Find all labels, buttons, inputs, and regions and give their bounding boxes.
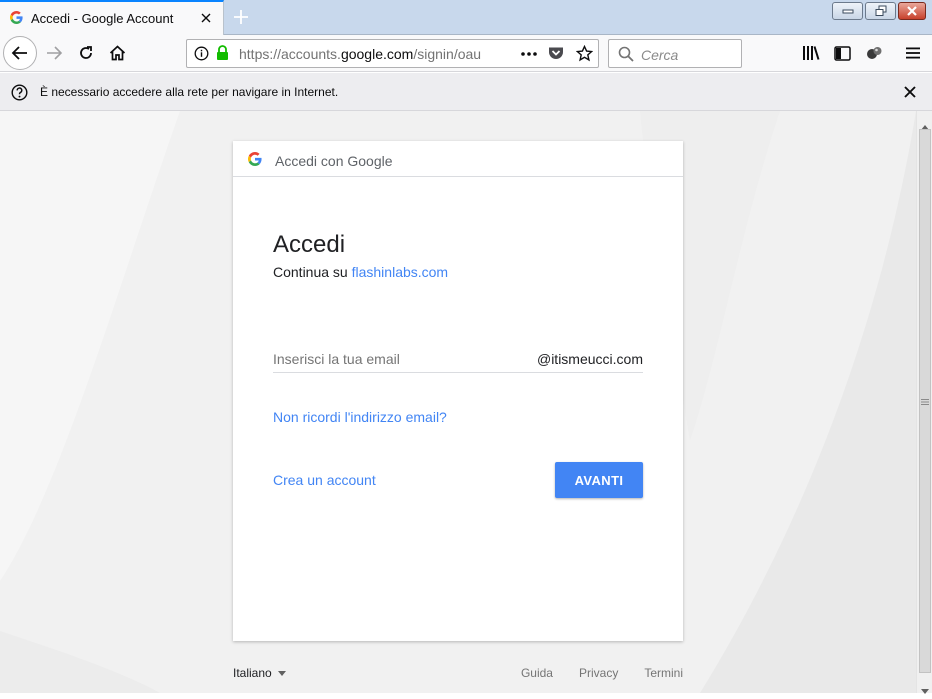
url-bar[interactable]: https://accounts.google.com/signin/oauth	[186, 39, 599, 68]
active-tab[interactable]: Accedi - Google Account	[0, 0, 224, 36]
privacy-link[interactable]: Privacy	[579, 666, 618, 680]
secure-lock-icon	[216, 45, 229, 66]
window-controls	[832, 2, 926, 20]
restore-button[interactable]	[865, 2, 896, 20]
dropdown-caret-icon	[277, 671, 286, 677]
card-header-title: Accedi con Google	[275, 153, 393, 169]
close-notification-icon[interactable]	[902, 84, 918, 105]
page-footer: Italiano Guida Privacy Termini	[233, 666, 683, 686]
page-actions-icon[interactable]	[520, 46, 538, 67]
url-host: google.com	[340, 46, 414, 62]
google-favicon-icon	[10, 11, 23, 29]
scrollbar-thumb[interactable]	[919, 129, 931, 673]
navigation-toolbar: https://accounts.google.com/signin/oauth…	[0, 35, 932, 72]
language-label: Italiano	[233, 666, 272, 680]
new-tab-plus-icon[interactable]	[230, 6, 252, 28]
bookmark-star-icon[interactable]	[575, 44, 594, 67]
terms-link[interactable]: Termini	[644, 666, 683, 680]
footer-links: Guida Privacy Termini	[521, 666, 683, 680]
tab-close-icon[interactable]	[198, 10, 214, 26]
url-prefix: https://accounts.	[239, 46, 341, 62]
continue-prefix: Continua su	[273, 264, 348, 280]
url-text[interactable]: https://accounts.google.com/signin/oauth	[239, 46, 481, 62]
card-header: Accedi con Google	[233, 141, 683, 177]
page-title: Accedi	[273, 231, 346, 258]
forgot-email-link[interactable]: Non ricordi l'indirizzo email?	[273, 409, 447, 425]
extension-icon[interactable]	[858, 37, 890, 69]
close-window-button[interactable]	[898, 2, 926, 20]
hamburger-menu-icon[interactable]	[897, 37, 929, 69]
vertical-scrollbar[interactable]	[916, 111, 932, 694]
home-icon[interactable]	[101, 37, 133, 69]
email-field[interactable]: @itismeucci.com	[273, 347, 643, 373]
scroll-down-arrow-icon[interactable]	[921, 681, 929, 699]
sidebar-icon[interactable]	[826, 37, 858, 69]
search-bar[interactable]: Cerca	[608, 39, 742, 68]
notification-text: È necessario accedere alla rete per navi…	[40, 85, 339, 99]
site-info-icon[interactable]	[194, 46, 209, 66]
search-icon	[618, 46, 634, 67]
google-signin-card: Accedi con Google Accedi Continua su fla…	[233, 141, 683, 641]
next-button[interactable]: AVANTI	[555, 462, 643, 498]
tab-strip: Accedi - Google Account	[0, 0, 932, 36]
continue-app-link[interactable]: flashinlabs.com	[352, 264, 449, 280]
reload-icon[interactable]	[70, 37, 102, 69]
language-select[interactable]: Italiano	[233, 666, 286, 680]
help-question-icon	[11, 84, 28, 106]
email-input[interactable]	[273, 347, 523, 371]
minimize-button[interactable]	[832, 2, 863, 20]
url-path: /signin/oauth	[413, 46, 481, 62]
forward-button[interactable]	[38, 37, 70, 69]
help-link[interactable]: Guida	[521, 666, 553, 680]
email-domain-suffix: @itismeucci.com	[536, 351, 643, 367]
tab-title: Accedi - Google Account	[31, 11, 174, 26]
search-placeholder: Cerca	[641, 47, 679, 63]
captive-portal-notification: È necessario accedere alla rete per navi…	[0, 73, 932, 111]
google-logo-icon	[248, 152, 262, 171]
pocket-icon[interactable]	[548, 46, 564, 66]
library-icon[interactable]	[795, 37, 827, 69]
back-button[interactable]	[3, 36, 37, 70]
create-account-link[interactable]: Crea un account	[273, 472, 376, 488]
continue-to-line: Continua su flashinlabs.com	[273, 264, 448, 280]
page-content: Accedi con Google Accedi Continua su fla…	[0, 111, 916, 693]
